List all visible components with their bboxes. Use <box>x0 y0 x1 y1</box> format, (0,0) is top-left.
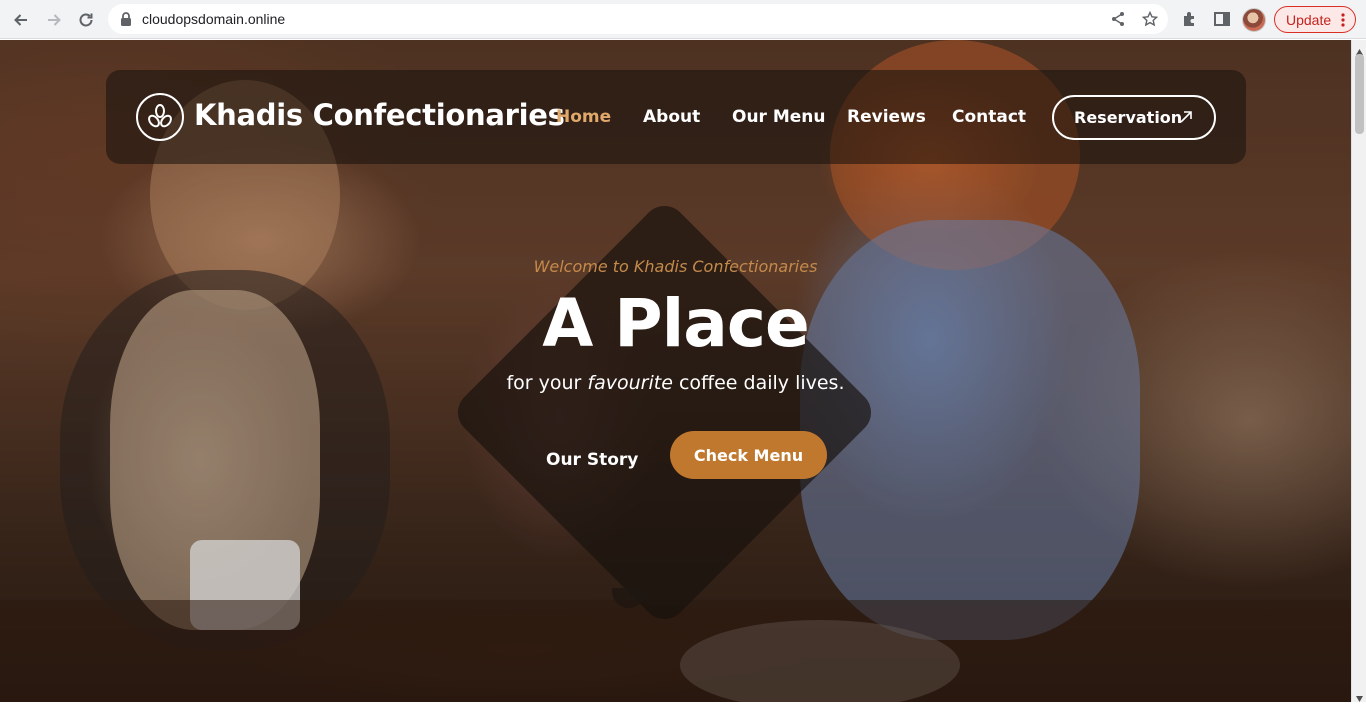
side-panel-icon[interactable] <box>1213 10 1231 28</box>
reservation-button[interactable]: Reservation <box>1052 95 1216 140</box>
scroll-down-arrow-icon[interactable] <box>1355 690 1364 702</box>
update-label: Update <box>1286 11 1332 28</box>
hero-headline: A Place <box>542 285 809 362</box>
update-button[interactable]: Update <box>1274 6 1356 33</box>
share-icon[interactable] <box>1110 11 1126 27</box>
check-menu-button[interactable]: Check Menu <box>670 431 827 479</box>
our-story-button[interactable]: Our Story <box>546 450 638 470</box>
hero-tagline: for your favourite coffee daily lives. <box>0 372 1351 394</box>
nav-home[interactable]: Home <box>556 107 611 127</box>
profile-avatar[interactable] <box>1242 8 1266 32</box>
url-text: cloudopsdomain.online <box>142 11 286 27</box>
more-options-icon[interactable] <box>1341 13 1345 30</box>
extensions-icon[interactable] <box>1181 10 1199 28</box>
tagline-emphasis: favourite <box>587 372 673 394</box>
coffee-beans-logo-icon[interactable] <box>136 93 184 141</box>
nav-reviews[interactable]: Reviews <box>847 107 926 127</box>
address-bar[interactable]: cloudopsdomain.online <box>108 4 1168 34</box>
reservation-label: Reservation <box>1074 108 1183 127</box>
forward-icon[interactable] <box>42 8 66 32</box>
nav-contact[interactable]: Contact <box>952 107 1026 127</box>
site-navbar: Khadis Confectionaries Home About Our Me… <box>106 70 1246 164</box>
tagline-suffix: coffee daily lives. <box>672 372 845 394</box>
scrollbar-thumb[interactable] <box>1355 54 1364 134</box>
nav-about[interactable]: About <box>643 107 700 127</box>
browser-toolbar: cloudopsdomain.online Update <box>0 0 1366 39</box>
brand-name[interactable]: Khadis Confectionaries <box>194 98 565 132</box>
lock-icon <box>120 12 132 31</box>
page-scrollbar[interactable] <box>1351 40 1366 702</box>
tagline-prefix: for your <box>506 372 588 394</box>
scroll-up-arrow-icon[interactable] <box>1355 43 1364 55</box>
arrow-up-right-icon <box>1178 109 1194 129</box>
hero-welcome-text: Welcome to Khadis Confectionaries <box>533 257 818 276</box>
back-icon[interactable] <box>9 8 33 32</box>
reload-icon[interactable] <box>74 8 98 32</box>
bookmark-star-icon[interactable] <box>1141 10 1159 27</box>
nav-our-menu[interactable]: Our Menu <box>732 107 826 127</box>
page-viewport: Khadis Confectionaries Home About Our Me… <box>0 40 1351 702</box>
